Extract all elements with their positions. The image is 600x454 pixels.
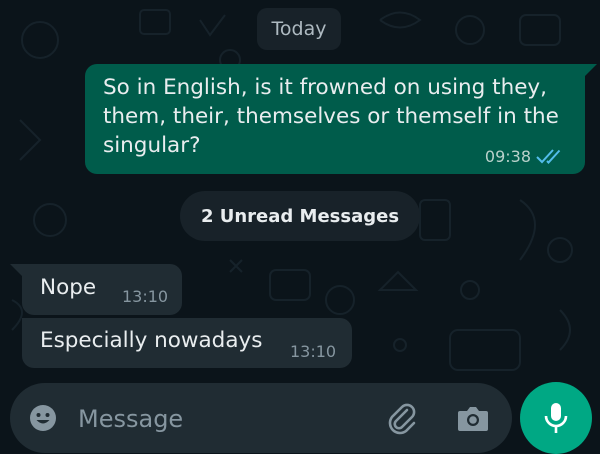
incoming-message-text: Nope — [40, 275, 97, 300]
outgoing-bubble-tail — [583, 64, 597, 78]
outgoing-message-bubble[interactable]: So in English, is it frowned on using th… — [85, 64, 597, 174]
incoming-message-time: 13:10 — [290, 342, 337, 361]
camera-icon[interactable] — [456, 403, 490, 433]
microphone-icon — [544, 403, 568, 433]
outgoing-message-time: 09:38 — [484, 147, 531, 166]
date-separator-chip: Today — [257, 8, 341, 50]
emoji-icon[interactable] — [28, 403, 58, 433]
incoming-message-bubble[interactable]: Nope 13:10 — [10, 264, 182, 315]
incoming-message-text: Especially nowadays — [40, 328, 263, 353]
voice-message-button[interactable] — [520, 382, 592, 454]
unread-messages-label: 2 Unread Messages — [200, 205, 400, 227]
unread-messages-chip: 2 Unread Messages — [180, 191, 420, 241]
incoming-message-time: 13:10 — [122, 287, 169, 306]
incoming-bubble-tail — [10, 264, 24, 278]
date-separator-label: Today — [271, 18, 327, 40]
double-check-read-icon — [536, 149, 561, 164]
incoming-message-bubble[interactable]: Especially nowadays 13:10 — [22, 318, 352, 368]
paperclip-icon[interactable] — [385, 401, 419, 435]
message-composer — [10, 383, 512, 453]
message-input[interactable] — [76, 401, 360, 437]
